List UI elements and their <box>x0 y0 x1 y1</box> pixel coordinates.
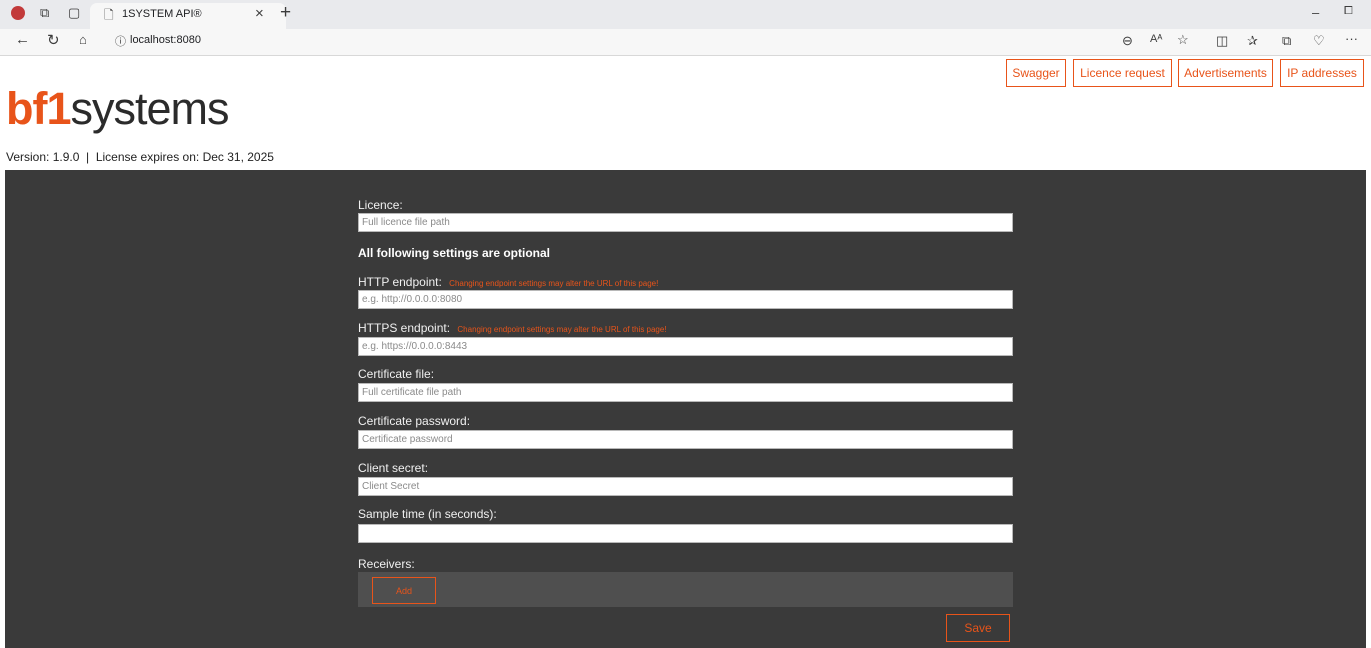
url-text: localhost:8080 <box>130 34 201 46</box>
home-icon[interactable]: ⌂ <box>79 32 87 47</box>
licence-label: Licence: <box>358 198 403 212</box>
back-icon[interactable]: ← <box>15 31 30 48</box>
page-icon: 🗋 <box>104 8 114 22</box>
http-endpoint-warning: Changing endpoint settings may alter the… <box>449 279 659 288</box>
tab-title: 1SYSTEM API® <box>122 8 202 20</box>
certificate-file-label: Certificate file: <box>358 367 435 381</box>
receivers-label: Receivers: <box>358 557 415 571</box>
profile-avatar-icon[interactable] <box>11 6 25 20</box>
favorites-icon[interactable]: ✰ <box>1247 33 1258 49</box>
collections-icon[interactable]: ⧉ <box>1282 33 1291 49</box>
https-endpoint-input[interactable] <box>358 337 1013 356</box>
workspaces-icon[interactable]: ⧉ <box>40 5 49 21</box>
certificate-password-input[interactable] <box>358 430 1013 449</box>
save-button[interactable]: Save <box>946 614 1010 642</box>
more-menu-icon[interactable]: ··· <box>1345 31 1358 46</box>
optional-heading: All following settings are optional <box>358 246 551 260</box>
sample-time-label: Sample time (in seconds): <box>358 507 497 521</box>
swagger-button[interactable]: Swagger <box>1006 59 1066 87</box>
bf1systems-logo: bf1systems <box>6 83 230 134</box>
advertisements-button[interactable]: Advertisements <box>1178 59 1273 87</box>
restore-icon[interactable]: ⧠ <box>1344 5 1353 18</box>
receivers-list <box>358 572 1013 607</box>
https-endpoint-label: HTTPS endpoint: Changing endpoint settin… <box>358 321 667 335</box>
split-screen-icon[interactable]: ◫ <box>1216 33 1228 49</box>
new-tab-icon[interactable]: + <box>280 2 291 24</box>
client-secret-input[interactable] <box>358 477 1013 496</box>
certificate-file-input[interactable] <box>358 383 1013 402</box>
version-line: Version: 1.9.0 | License expires on: Dec… <box>6 150 274 164</box>
certificate-password-label: Certificate password: <box>358 414 471 428</box>
extensions-icon[interactable]: ♡ <box>1313 33 1325 49</box>
https-endpoint-warning: Changing endpoint settings may alter the… <box>457 325 667 334</box>
read-aloud-icon[interactable]: Aᴬ <box>1150 33 1162 45</box>
add-receiver-button[interactable]: Add <box>372 577 436 604</box>
favorite-star-icon[interactable]: ☆ <box>1177 32 1189 48</box>
licence-request-button[interactable]: Licence request <box>1073 59 1172 87</box>
minimize-icon[interactable]: – <box>1312 5 1319 20</box>
client-secret-label: Client secret: <box>358 461 429 475</box>
zoom-icon[interactable]: ⊖ <box>1122 33 1133 49</box>
site-info-icon[interactable]: ⓘ <box>115 33 126 49</box>
tab-actions-icon[interactable]: ▢ <box>68 5 80 21</box>
http-endpoint-label: HTTP endpoint: Changing endpoint setting… <box>358 275 659 289</box>
sample-time-input[interactable] <box>358 524 1013 543</box>
ip-addresses-button[interactable]: IP addresses <box>1280 59 1364 87</box>
http-endpoint-input[interactable] <box>358 290 1013 309</box>
licence-input[interactable] <box>358 213 1013 232</box>
reload-icon[interactable]: ↻ <box>47 31 60 49</box>
close-tab-icon[interactable]: × <box>255 5 264 22</box>
